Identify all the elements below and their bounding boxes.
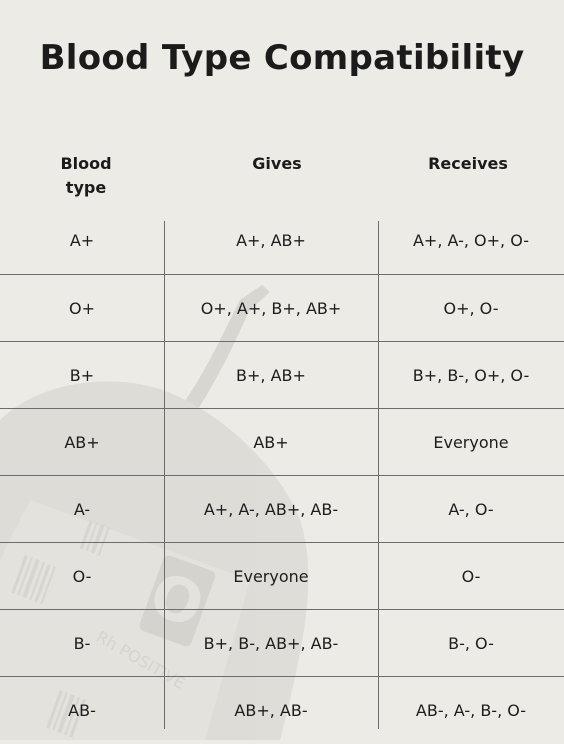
cell-receives: AB-, A-, B-, O-: [415, 701, 527, 720]
cell-receives: A-, O-: [448, 500, 494, 519]
table-row: O+ O+, A+, B+, AB+ O+, O-: [0, 274, 564, 342]
column-divider: [164, 221, 165, 729]
cell-gives: B+, B-, AB+, AB-: [203, 634, 339, 653]
column-divider: [378, 221, 379, 729]
cell-receives: O+, O-: [443, 299, 499, 318]
cell-gives: A+, AB+: [236, 231, 306, 250]
cell-blood-type: O-: [72, 567, 92, 586]
cell-receives: B-, O-: [448, 634, 494, 653]
table-row: B+ B+, AB+ B+, B-, O+, O-: [0, 341, 564, 409]
cell-blood-type: A-: [73, 500, 91, 519]
cell-receives: Everyone: [433, 433, 509, 452]
table-row: O- Everyone O-: [0, 542, 564, 610]
cell-gives: AB+: [253, 433, 289, 452]
cell-receives: A+, A-, O+, O-: [412, 231, 530, 250]
table-row: B- B+, B-, AB+, AB- B-, O-: [0, 609, 564, 677]
cell-gives: A+, A-, AB+, AB-: [203, 500, 339, 519]
cell-blood-type: B+: [69, 366, 95, 385]
cell-receives: O-: [461, 567, 481, 586]
cell-blood-type: A+: [69, 231, 95, 250]
table-row: A+ A+, AB+ A+, A-, O+, O-: [0, 207, 564, 274]
cell-gives: O+, A+, B+, AB+: [200, 299, 342, 318]
compatibility-table: A+ A+, AB+ A+, A-, O+, O- O+ O+, A+, B+,…: [0, 207, 564, 740]
cell-gives: AB+, AB-: [234, 701, 308, 720]
header-receives: Receives: [428, 154, 508, 173]
table-row: AB+ AB+ Everyone: [0, 408, 564, 476]
page-title: Blood Type Compatibility: [39, 38, 525, 78]
cell-blood-type: AB-: [68, 701, 96, 720]
cell-gives: B+, AB+: [236, 366, 306, 385]
cell-receives: B+, B-, O+, O-: [412, 366, 530, 385]
cell-blood-type: O+: [69, 299, 95, 318]
table-row: A- A+, A-, AB+, AB- A-, O-: [0, 475, 564, 543]
table-row: AB- AB+, AB- AB-, A-, B-, O-: [0, 676, 564, 744]
cell-blood-type: AB+: [64, 433, 100, 452]
cell-blood-type: B-: [73, 634, 91, 653]
cell-gives: Everyone: [233, 567, 309, 586]
header-gives: Gives: [252, 154, 302, 173]
header-blood-type: Blood type: [60, 154, 112, 197]
